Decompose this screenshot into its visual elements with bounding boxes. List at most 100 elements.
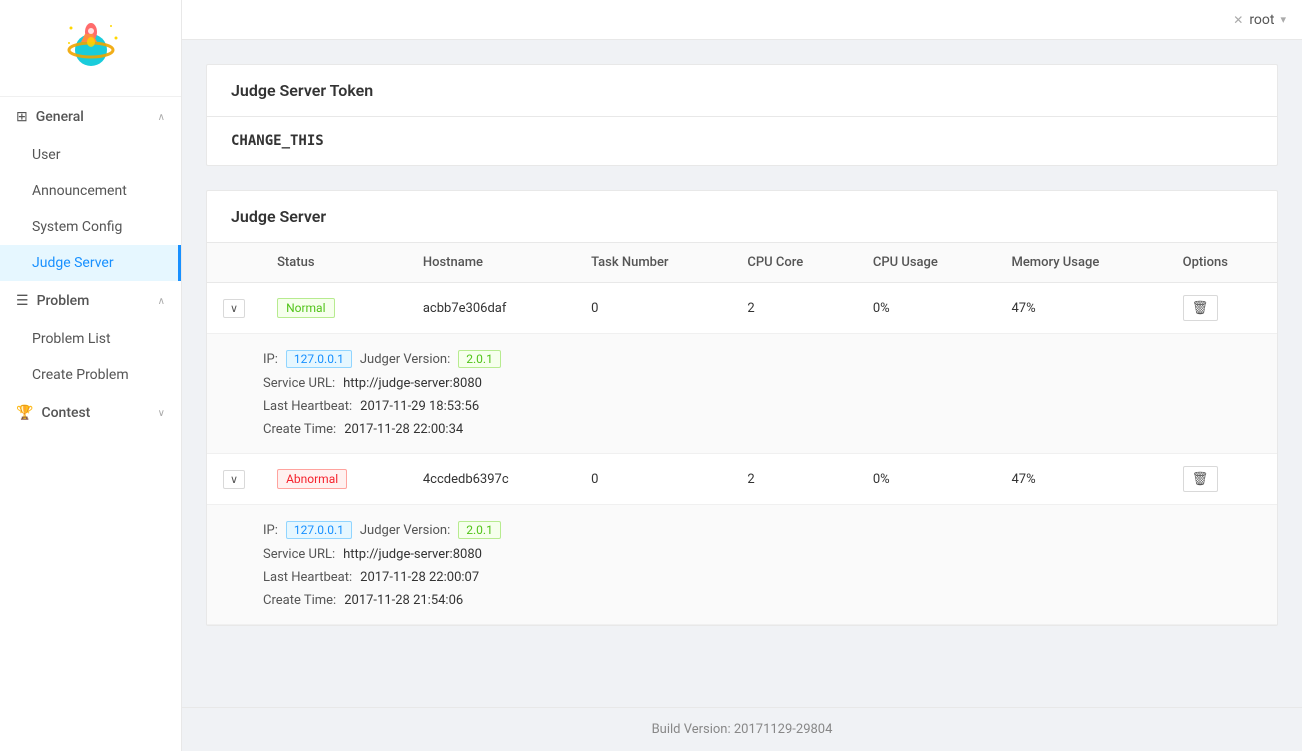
- table-th-memory-usage: Memory Usage: [995, 243, 1166, 283]
- info-line-heartbeat-1: Last Heartbeat: 2017-11-29 18:53:56: [263, 399, 1253, 414]
- grid-icon: ⊞: [16, 109, 28, 125]
- sidebar-item-announcement[interactable]: Announcement: [0, 173, 181, 209]
- sidebar-item-judge-server[interactable]: Judge Server: [0, 245, 181, 281]
- judge-server-card-title: Judge Server: [231, 207, 326, 226]
- sidebar-item-user[interactable]: User: [0, 137, 181, 173]
- nav-group-label-contest: Contest: [41, 405, 90, 421]
- table-th-status: Status: [261, 243, 407, 283]
- token-card-header: Judge Server Token: [207, 65, 1277, 117]
- trash-icon-1: 🗑: [1192, 300, 1209, 315]
- token-card-body: CHANGE_THIS: [207, 117, 1277, 165]
- list-icon: ☰: [16, 293, 29, 309]
- logo-icon: [61, 18, 121, 78]
- create-time-label-2: Create Time:: [263, 593, 336, 608]
- user-menu[interactable]: ✕ root ▾: [1233, 12, 1286, 28]
- nav-group-header-problem[interactable]: ☰ Problem ∧: [0, 281, 181, 321]
- ip-label-2: IP:: [263, 523, 278, 538]
- footer-text: Build Version: 20171129-29804: [652, 722, 833, 737]
- expand-cell-1: ∨: [207, 283, 261, 334]
- table-th-options: Options: [1167, 243, 1277, 283]
- table-header-row: Status Hostname Task Number CPU Core CPU…: [207, 243, 1277, 283]
- logo-area: [0, 0, 181, 97]
- ip-value-1: 127.0.0.1: [286, 350, 352, 368]
- create-time-value-2: 2017-11-28 21:54:06: [344, 593, 463, 608]
- create-time-value-1: 2017-11-28 22:00:34: [344, 422, 463, 437]
- username: root: [1249, 12, 1274, 28]
- delete-button-1[interactable]: 🗑: [1183, 295, 1218, 321]
- judger-version-value-2: 2.0.1: [458, 521, 501, 539]
- chevron-up-icon-problem: ∧: [158, 296, 165, 307]
- service-url-value-2: http://judge-server:8080: [343, 547, 482, 562]
- status-badge-1: Normal: [277, 298, 334, 318]
- judge-server-card-header: Judge Server: [207, 191, 1277, 243]
- topbar: ✕ root ▾: [182, 0, 1302, 40]
- sidebar-item-label-announcement: Announcement: [32, 183, 127, 199]
- options-cell-1: 🗑: [1167, 283, 1277, 334]
- sidebar-item-label-judge-server: Judge Server: [32, 255, 114, 271]
- task-number-cell-1: 0: [575, 283, 731, 334]
- nav-group-problem: ☰ Problem ∧ Problem List Create Problem: [0, 281, 181, 393]
- table-row-2: ∨ Abnormal 4ccdedb6397c 0 2 0% 47: [207, 454, 1277, 505]
- sidebar-item-label-create-problem: Create Problem: [32, 367, 129, 383]
- main-area: ✕ root ▾ Judge Server Token CHANGE_THIS …: [182, 0, 1302, 751]
- expand-button-1[interactable]: ∨: [223, 299, 245, 318]
- table-th-cpu-usage: CPU Usage: [857, 243, 996, 283]
- info-line-heartbeat-2: Last Heartbeat: 2017-11-28 22:00:07: [263, 570, 1253, 585]
- cpu-core-cell-1: 2: [731, 283, 856, 334]
- nav-group-header-contest[interactable]: 🏆 Contest ∨: [0, 393, 181, 433]
- info-line-create-1: Create Time: 2017-11-28 22:00:34: [263, 422, 1253, 437]
- nav-group-header-general[interactable]: ⊞ General ∧: [0, 97, 181, 137]
- sidebar-item-create-problem[interactable]: Create Problem: [0, 357, 181, 393]
- nav-group-contest: 🏆 Contest ∨: [0, 393, 181, 433]
- judge-server-card: Judge Server Status Hostname Task Number: [206, 190, 1278, 626]
- expanded-content-1: IP: 127.0.0.1 Judger Version: 2.0.1 Serv…: [263, 350, 1253, 437]
- expand-cell-2: ∨: [207, 454, 261, 505]
- judge-server-table-wrapper: Status Hostname Task Number CPU Core CPU…: [207, 243, 1277, 625]
- table-row: ∨ Normal acbb7e306daf 0 2 0% 47%: [207, 283, 1277, 334]
- sidebar-item-label-system-config: System Config: [32, 219, 122, 235]
- nav-group-label-general: General: [36, 109, 84, 125]
- content-area: Judge Server Token CHANGE_THIS Judge Ser…: [182, 40, 1302, 707]
- info-line-ip-1: IP: 127.0.0.1 Judger Version: 2.0.1: [263, 350, 1253, 368]
- trophy-icon: 🏆: [16, 405, 33, 421]
- status-cell-1: Normal: [261, 283, 407, 334]
- sidebar: ⊞ General ∧ User Announcement System Con…: [0, 0, 182, 751]
- delete-button-2[interactable]: 🗑: [1183, 466, 1218, 492]
- info-line-ip-2: IP: 127.0.0.1 Judger Version: 2.0.1: [263, 521, 1253, 539]
- expanded-row-1: IP: 127.0.0.1 Judger Version: 2.0.1 Serv…: [207, 334, 1277, 454]
- table-th-expand: [207, 243, 261, 283]
- cpu-usage-cell-1: 0%: [857, 283, 996, 334]
- memory-usage-cell-2: 47%: [995, 454, 1166, 505]
- chevron-down-icon-contest: ∨: [158, 408, 165, 419]
- judger-version-value-1: 2.0.1: [458, 350, 501, 368]
- memory-usage-cell-1: 47%: [995, 283, 1166, 334]
- nav-group-general: ⊞ General ∧ User Announcement System Con…: [0, 97, 181, 281]
- ip-value-2: 127.0.0.1: [286, 521, 352, 539]
- close-icon: ✕: [1233, 13, 1243, 27]
- expanded-content-2: IP: 127.0.0.1 Judger Version: 2.0.1 Serv…: [263, 521, 1253, 608]
- token-value: CHANGE_THIS: [231, 133, 324, 149]
- last-heartbeat-label-1: Last Heartbeat:: [263, 399, 352, 414]
- token-card-title: Judge Server Token: [231, 81, 373, 100]
- expanded-row-2: IP: 127.0.0.1 Judger Version: 2.0.1 Serv…: [207, 505, 1277, 625]
- sidebar-item-system-config[interactable]: System Config: [0, 209, 181, 245]
- judger-version-label-2: Judger Version:: [360, 523, 450, 538]
- service-url-label-2: Service URL:: [263, 547, 335, 562]
- expand-button-2[interactable]: ∨: [223, 470, 245, 489]
- last-heartbeat-value-2: 2017-11-28 22:00:07: [360, 570, 479, 585]
- ip-label-1: IP:: [263, 352, 278, 367]
- status-badge-2: Abnormal: [277, 469, 347, 489]
- trash-icon-2: 🗑: [1192, 471, 1209, 486]
- task-number-cell-2: 0: [575, 454, 731, 505]
- sidebar-item-problem-list[interactable]: Problem List: [0, 321, 181, 357]
- last-heartbeat-label-2: Last Heartbeat:: [263, 570, 352, 585]
- status-cell-2: Abnormal: [261, 454, 407, 505]
- token-card: Judge Server Token CHANGE_THIS: [206, 64, 1278, 166]
- dropdown-icon: ▾: [1280, 13, 1286, 26]
- cpu-usage-cell-2: 0%: [857, 454, 996, 505]
- chevron-up-icon: ∧: [158, 112, 165, 123]
- table-th-hostname: Hostname: [407, 243, 575, 283]
- last-heartbeat-value-1: 2017-11-29 18:53:56: [360, 399, 479, 414]
- info-line-create-2: Create Time: 2017-11-28 21:54:06: [263, 593, 1253, 608]
- nav-group-label-problem: Problem: [37, 293, 90, 309]
